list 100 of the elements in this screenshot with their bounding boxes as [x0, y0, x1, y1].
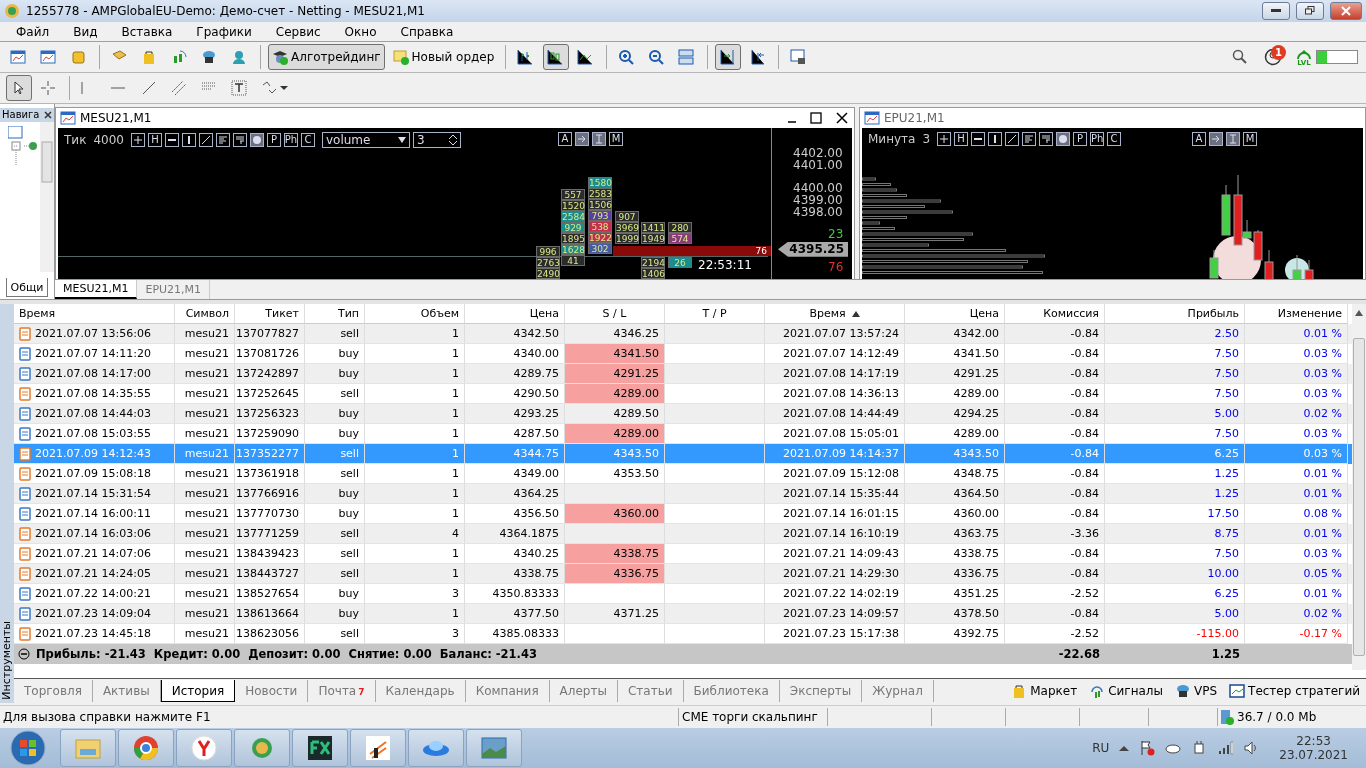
language-indicator[interactable]: RU — [1092, 741, 1110, 755]
vertical-line-button[interactable] — [988, 131, 1003, 146]
terminal-tab[interactable]: Библиотека — [683, 680, 780, 703]
chart-tool-button[interactable]: H — [954, 131, 969, 146]
menu-item[interactable]: Графики — [184, 24, 264, 39]
terminal-tab[interactable]: Почта 7 — [308, 680, 376, 703]
restore-button[interactable] — [1296, 1, 1324, 20]
table-row[interactable]: 2021.07.23 14:09:04 mesu21 138613664 buy 1 4377.50 4371.25 2021.07.23 14:09:57 4378.50 -0.84 5.00 0.02 % — [14, 604, 1352, 625]
horizontal-line-button[interactable] — [971, 131, 986, 146]
trading-app-button[interactable] — [292, 729, 348, 767]
candlestick-button[interactable] — [543, 44, 570, 71]
chart-tool-button[interactable]: M — [609, 131, 623, 146]
terminal-tab[interactable]: Алерты — [549, 680, 618, 703]
chart-tool-button[interactable]: P — [266, 132, 281, 147]
horizontal-line-button[interactable] — [164, 132, 179, 147]
panel-link[interactable]: Тестер стратегий — [1223, 683, 1366, 700]
circle-button[interactable] — [1056, 131, 1071, 146]
menu-item[interactable]: Файл — [4, 24, 62, 39]
crosshair-button[interactable] — [937, 131, 952, 146]
footprint-cell: 2583 — [588, 187, 612, 199]
table-row[interactable]: 2021.07.07 13:56:06 mesu21 137077827 sell 1 4342.50 4346.25 2021.07.07 13:57:24 4342.00 -0.84 2.50 0.01 % — [14, 324, 1352, 345]
trend-line-button[interactable] — [198, 132, 213, 147]
chart-tool-button[interactable]: H — [147, 132, 162, 147]
terminal-tab[interactable]: История — [160, 680, 236, 703]
scrollbar[interactable] — [40, 121, 54, 272]
chevron-up-icon[interactable] — [1119, 744, 1130, 752]
vertical-line-button[interactable] — [181, 132, 196, 147]
terminal-tab[interactable]: Компания — [465, 680, 550, 703]
clock[interactable]: 22:53 23.07.2021 — [1269, 734, 1358, 762]
panel-link[interactable]: Маркет — [1005, 683, 1084, 700]
scrollbar[interactable] — [1352, 304, 1366, 671]
ibeam-button[interactable] — [1226, 131, 1240, 146]
menu-item[interactable]: Справка — [388, 24, 466, 39]
ibeam-button[interactable] — [592, 131, 606, 146]
menu-item[interactable]: Окно — [332, 24, 389, 39]
terminal-tab[interactable]: Статьи — [617, 680, 684, 703]
minimize-button[interactable] — [1262, 1, 1290, 20]
flag-icon[interactable] — [1139, 740, 1156, 756]
navigator-title: Навига — [2, 109, 40, 121]
chart-tool-button[interactable]: A — [1192, 131, 1206, 146]
cloud-app-button[interactable] — [408, 729, 464, 767]
chart-tool-button[interactable]: C — [300, 132, 315, 147]
new-order-button[interactable]: Новый ордер — [388, 44, 499, 71]
scroll-thumb[interactable] — [1353, 338, 1365, 657]
menu-item[interactable]: Вставка — [109, 24, 185, 39]
menu-item[interactable]: Вид — [61, 24, 110, 39]
footprint-cell: 1999 — [615, 232, 639, 244]
chart-tab[interactable]: MESU21,M1 — [55, 280, 138, 300]
table-row[interactable]: 2021.07.14 16:03:06 mesu21 137771259 sell 4 4364.1875 2021.07.14 16:10:19 4363.75 -3.36 8.75 0.01 % — [14, 524, 1352, 545]
filter-button[interactable] — [1039, 131, 1054, 146]
chart-tool-button[interactable]: C — [1107, 131, 1122, 146]
footprint-cell: 557 — [561, 188, 585, 200]
upload-icon[interactable] — [1296, 47, 1312, 60]
table-row[interactable]: 2021.07.08 14:17:00 mesu21 137242897 buy 1 4289.75 4291.25 2021.07.08 14:17:19 4291.25 -0.84 7.50 0.03 % — [14, 364, 1352, 385]
browser-app-button[interactable] — [118, 729, 174, 767]
browser-app-button[interactable] — [176, 729, 232, 767]
algo-trading-button[interactable]: Алготрейдинг — [268, 44, 385, 71]
photo-app-button[interactable] — [466, 729, 522, 767]
terminal-tab[interactable]: Активы — [92, 680, 161, 703]
terminal-tab[interactable]: Календарь — [375, 680, 466, 703]
chart-tool-button[interactable]: M — [1243, 131, 1257, 146]
navigator-tab[interactable]: Общи — [6, 278, 48, 298]
terminal-tab[interactable]: Торговля — [14, 680, 93, 703]
close-icon[interactable] — [44, 110, 52, 119]
profit-total: 1.25 — [1210, 646, 1241, 664]
crosshair-button[interactable] — [130, 132, 145, 147]
terminal-tab[interactable]: Эксперты — [779, 680, 863, 703]
menu-item[interactable]: Сервис — [263, 24, 333, 39]
spin-field[interactable]: 3 — [412, 131, 461, 148]
cursor-button[interactable] — [6, 74, 32, 101]
trend-line-button[interactable] — [1005, 131, 1020, 146]
chart-tool-button[interactable]: P — [1073, 131, 1088, 146]
scroll-up-icon[interactable] — [1355, 310, 1363, 317]
arrow-button[interactable] — [1209, 131, 1223, 146]
filter-icon — [234, 134, 245, 145]
chart-tool-button[interactable]: A — [558, 131, 572, 146]
table-row[interactable]: 2021.07.08 14:44:03 mesu21 137256323 buy 1 4293.25 4289.50 2021.07.08 14:44:49 4294.25 -0.84 5.00 0.02 % — [14, 404, 1352, 425]
footprint-cell: 2490 — [536, 267, 560, 279]
panel-link[interactable]: VPS — [1169, 683, 1224, 700]
volume-dropdown[interactable]: volume — [321, 131, 410, 148]
collapse-icon[interactable] — [18, 648, 30, 661]
close-button[interactable] — [1330, 1, 1362, 20]
table-row[interactable]: 2021.07.21 14:24:05 mesu21 138443727 sell 1 4338.75 4336.75 2021.07.21 14:29:30 4336.75 -0.84 10.00 0.05 % — [14, 564, 1352, 585]
chart-tool-button[interactable]: Ph — [283, 132, 298, 147]
signal-bars-icon[interactable] — [1217, 740, 1234, 756]
table-row[interactable]: 2021.07.14 15:31:54 mesu21 137766916 buy 1 4364.25 2021.07.14 15:35:44 4364.50 -0.84 1.25 0.01 % — [14, 484, 1352, 505]
panel-link[interactable]: Сигналы — [1083, 683, 1169, 700]
search-icon[interactable] — [1232, 49, 1248, 66]
chart-tab[interactable]: EPU21,M1 — [137, 280, 211, 300]
footprint-cell: 1580 — [588, 176, 612, 188]
terminal-tab[interactable]: Журнал — [862, 680, 934, 703]
filter-button[interactable] — [232, 132, 247, 147]
footprint-cell: 1949 — [641, 232, 665, 244]
footprint-cell: 3969 — [615, 221, 639, 233]
circle-button[interactable] — [249, 132, 264, 147]
sell-count: 76 — [828, 260, 844, 273]
chart-tool-button[interactable]: Ph — [1090, 131, 1105, 146]
autoscroll-button[interactable] — [715, 44, 742, 71]
arrow-button[interactable] — [575, 131, 589, 146]
terminal-tab[interactable]: Новости — [235, 680, 309, 703]
